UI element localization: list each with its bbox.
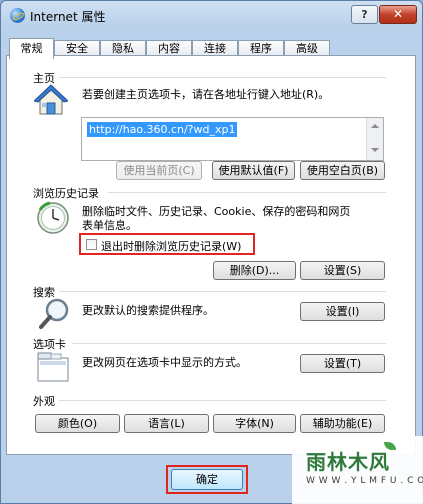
tabs-settings-button[interactable]: 设置(T) xyxy=(300,354,385,373)
appearance-section-divider xyxy=(59,400,386,401)
tabs-section-divider xyxy=(72,343,386,344)
history-settings-button[interactable]: 设置(S) xyxy=(300,261,385,280)
use-default-button[interactable]: 使用默认值(F) xyxy=(212,161,295,180)
site-watermark: 雨林木风 W W W . Y L M F U . C O M xyxy=(292,436,423,504)
history-section-label: 浏览历史记录 xyxy=(33,185,103,201)
tabs-window-icon xyxy=(37,352,69,382)
help-button[interactable]: ? xyxy=(351,5,378,24)
history-description-line1: 删除临时文件、历史记录、Cookie、保存的密码和网页 xyxy=(82,205,351,218)
use-blank-button[interactable]: 使用空白页(B) xyxy=(300,161,385,180)
home-house-icon xyxy=(34,84,68,115)
checkbox-highlight-box xyxy=(79,233,255,255)
languages-button[interactable]: 语言(L) xyxy=(124,414,209,433)
ok-highlight-box xyxy=(166,465,248,494)
watermark-url: W W W . Y L M F U . C O M xyxy=(306,476,423,486)
home-page-url-textarea[interactable]: http://hao.360.cn/?wd_xp1 xyxy=(81,117,384,161)
search-description: 更改默认的搜索提供程序。 xyxy=(82,304,214,317)
tabs-section-label: 选项卡 xyxy=(33,336,70,352)
history-description-line2: 表单信息。 xyxy=(82,219,137,232)
scroll-up-arrow-icon[interactable] xyxy=(371,124,379,128)
history-clock-icon xyxy=(37,201,69,234)
history-section-divider xyxy=(108,192,386,193)
tabs-description: 更改网页在选项卡中显示的方式。 xyxy=(82,356,247,369)
home-section-divider xyxy=(58,77,386,78)
search-magnifier-icon xyxy=(39,298,69,329)
internet-globe-icon xyxy=(10,8,25,23)
watermark-logo-text: 雨林木风 xyxy=(306,450,390,474)
home-page-url-text: http://hao.360.cn/?wd_xp1 xyxy=(87,122,238,137)
window-title: Internet 属性 xyxy=(30,10,106,24)
tab-general[interactable]: 常规 xyxy=(9,38,54,59)
search-settings-button[interactable]: 设置(I) xyxy=(300,302,385,321)
colors-button[interactable]: 颜色(O) xyxy=(35,414,120,433)
url-scrollbar[interactable] xyxy=(366,118,383,160)
title-bar[interactable]: Internet 属性 ? ✕ xyxy=(1,1,422,29)
search-section-divider xyxy=(59,291,386,292)
appearance-section-label: 外观 xyxy=(33,393,59,409)
home-description: 若要创建主页选项卡，请在各地址行键入地址(R)。 xyxy=(82,88,330,101)
delete-history-button[interactable]: 删除(D)... xyxy=(213,261,296,280)
fonts-button[interactable]: 字体(N) xyxy=(213,414,296,433)
scroll-down-arrow-icon[interactable] xyxy=(371,148,379,152)
accessibility-button[interactable]: 辅助功能(E) xyxy=(300,414,385,433)
use-current-button[interactable]: 使用当前页(C) xyxy=(116,161,202,180)
close-button[interactable]: ✕ xyxy=(379,5,417,24)
